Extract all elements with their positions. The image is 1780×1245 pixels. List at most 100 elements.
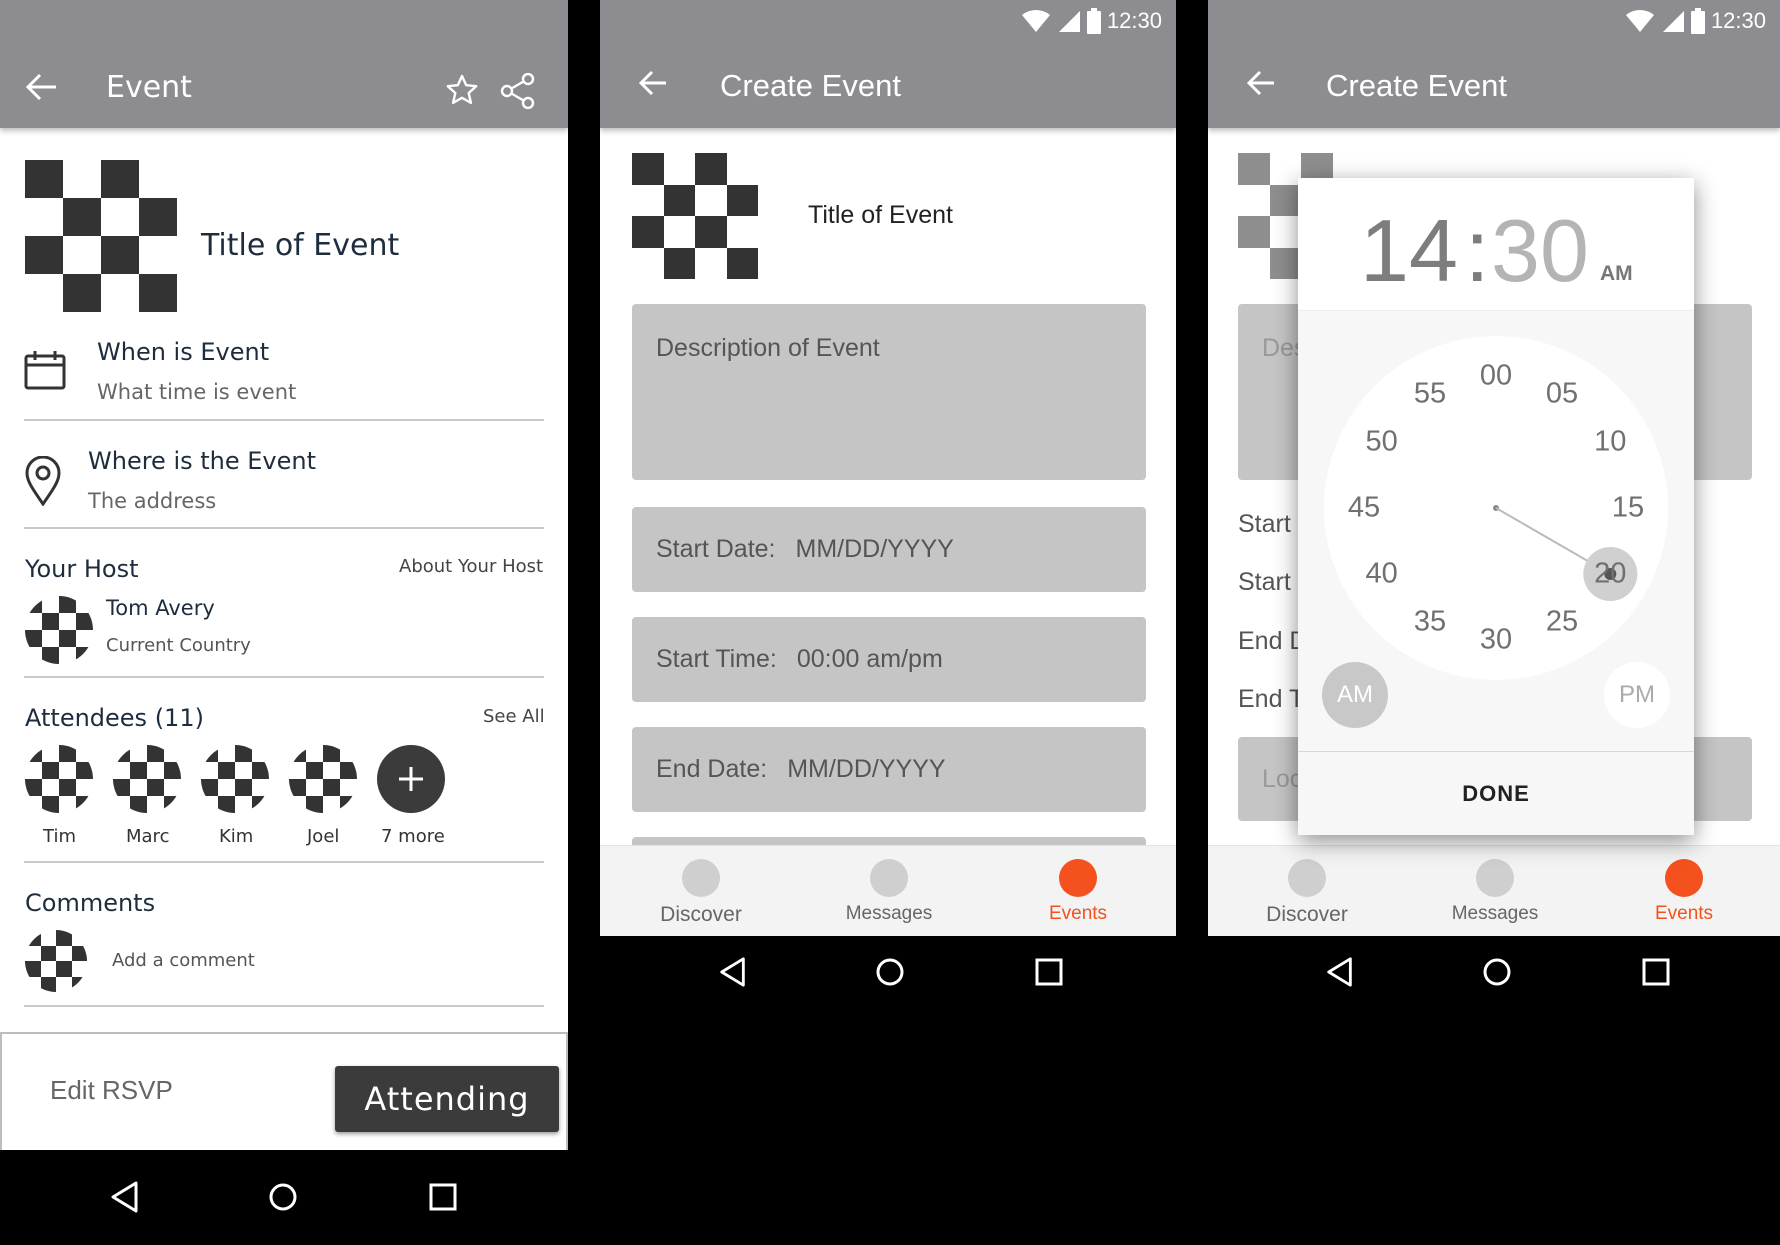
signal-icon — [1662, 11, 1684, 32]
wifi-icon — [1021, 9, 1050, 33]
battery-icon — [1086, 8, 1101, 34]
host-avatar[interactable] — [25, 596, 93, 664]
attending-label: Attending — [364, 1080, 530, 1118]
attendee-name: Joel — [307, 826, 340, 847]
clock-number[interactable]: 05 — [1546, 377, 1578, 410]
divider — [24, 527, 544, 529]
start-time-field[interactable]: Start Time: 00:00 am/pm — [632, 617, 1146, 702]
clock-number[interactable]: 25 — [1546, 606, 1578, 639]
event-image — [632, 153, 758, 279]
description-placeholder: Description of Event — [656, 334, 880, 362]
when-heading: When is Event — [97, 338, 270, 366]
tab-events-label: Events — [1048, 903, 1108, 924]
clock-number[interactable]: 00 — [1480, 360, 1512, 393]
selected-minutes[interactable]: 30 — [1491, 200, 1589, 302]
star-icon[interactable] — [446, 74, 478, 110]
clock-number[interactable]: 40 — [1366, 558, 1398, 591]
end-date-field[interactable]: End Date: MM/DD/YYYY — [632, 727, 1146, 812]
start-date-field[interactable]: Start Date: MM/DD/YYYY — [632, 507, 1146, 592]
system-nav-bar — [600, 936, 1176, 1008]
recents-icon[interactable] — [428, 1182, 458, 1212]
event-title-input[interactable]: Title of Event — [808, 201, 953, 230]
tab-events-label: Events — [1654, 903, 1714, 924]
clock-number[interactable]: 20 — [1594, 558, 1626, 591]
about-host-link[interactable]: About Your Host — [399, 556, 543, 577]
back-arrow-icon[interactable] — [638, 69, 668, 101]
home-icon[interactable] — [874, 956, 906, 988]
recents-icon[interactable] — [1641, 957, 1671, 987]
discover-icon — [1288, 859, 1326, 897]
clock-number[interactable]: 15 — [1612, 492, 1644, 525]
attendees-label: Attendees (11) — [25, 704, 204, 732]
divider — [24, 676, 544, 678]
host-name: Tom Avery — [106, 596, 215, 620]
attendee-name: Kim — [219, 826, 254, 847]
end-date-value: MM/DD/YYYY — [787, 755, 946, 783]
back-icon[interactable] — [108, 1180, 142, 1214]
back-arrow-icon[interactable] — [24, 72, 58, 106]
tab-discover-label: Discover — [1266, 903, 1348, 926]
pm-button[interactable]: PM — [1604, 662, 1670, 728]
divider — [24, 1005, 544, 1007]
system-nav-bar — [0, 1150, 568, 1245]
calendar-icon — [24, 349, 66, 395]
attendee-name: Marc — [126, 826, 170, 847]
am-button[interactable]: AM — [1322, 662, 1388, 728]
events-icon — [1059, 859, 1097, 897]
status-time: 12:30 — [1710, 8, 1766, 33]
host-label: Your Host — [25, 555, 139, 583]
start-date-value: MM/DD/YYYY — [795, 535, 954, 563]
attendee-name: Tim — [43, 826, 76, 847]
events-icon — [1665, 859, 1703, 897]
attendee-avatar — [289, 745, 357, 813]
when-subtext: What time is event — [97, 380, 297, 404]
divider — [24, 419, 544, 421]
header-ampm[interactable]: AM — [1600, 262, 1633, 286]
clock-number[interactable]: 50 — [1366, 426, 1398, 459]
time-picker-screen: 12:30 Create Event Des Start Start End D… — [1208, 0, 1780, 936]
home-icon[interactable] — [267, 1181, 299, 1213]
tab-discover[interactable]: Discover — [1237, 859, 1377, 927]
where-heading: Where is the Event — [88, 447, 317, 475]
page-title: Create Event — [1326, 68, 1507, 103]
tab-messages[interactable]: Messages — [819, 859, 959, 925]
see-all-link[interactable]: See All — [483, 706, 545, 727]
page-title: Event — [106, 70, 192, 105]
start-time-label: Start — [1238, 568, 1291, 596]
tab-messages-label: Messages — [845, 903, 933, 924]
wifi-icon — [1625, 9, 1654, 33]
clock-number[interactable]: 10 — [1594, 426, 1626, 459]
start-time-label: Start Time: — [656, 645, 777, 673]
back-icon[interactable] — [717, 956, 749, 988]
create-app-bar: 12:30 Create Event — [600, 0, 1176, 128]
edit-rsvp-button[interactable]: Edit RSVP — [50, 1075, 173, 1106]
recents-icon[interactable] — [1034, 957, 1064, 987]
clock-number[interactable]: 30 — [1480, 624, 1512, 657]
picker-app-bar: 12:30 Create Event — [1208, 0, 1780, 128]
where-subtext: The address — [88, 489, 217, 513]
attending-button[interactable]: Attending — [335, 1066, 559, 1132]
home-icon[interactable] — [1481, 956, 1513, 988]
create-event-screen: 12:30 Create Event Title of Event Descri… — [600, 0, 1176, 936]
tab-messages[interactable]: Messages — [1425, 859, 1565, 925]
clock-number[interactable]: 45 — [1348, 492, 1380, 525]
description-field[interactable]: Description of Event — [632, 304, 1146, 480]
location-placeholder: Loc — [1262, 765, 1303, 793]
back-arrow-icon[interactable] — [1246, 69, 1276, 101]
tab-discover[interactable]: Discover — [631, 859, 771, 927]
done-button[interactable]: DONE — [1298, 752, 1694, 835]
back-icon[interactable] — [1324, 956, 1356, 988]
more-attendees-button[interactable] — [377, 745, 445, 813]
tab-events[interactable]: Events — [1008, 859, 1148, 925]
start-date-label: Start Date: — [656, 535, 776, 563]
clock-number[interactable]: 55 — [1414, 377, 1446, 410]
comment-input[interactable]: Add a comment — [112, 950, 255, 971]
share-icon[interactable] — [500, 72, 536, 113]
divider — [24, 861, 544, 863]
bottom-tab-bar: Discover Messages Events — [600, 845, 1176, 936]
clock-number[interactable]: 35 — [1414, 606, 1446, 639]
selected-hours[interactable]: 14 — [1360, 200, 1458, 302]
tab-events[interactable]: Events — [1614, 859, 1754, 925]
more-attendees-label: 7 more — [381, 826, 445, 847]
status-bar: 12:30 — [1021, 8, 1162, 34]
